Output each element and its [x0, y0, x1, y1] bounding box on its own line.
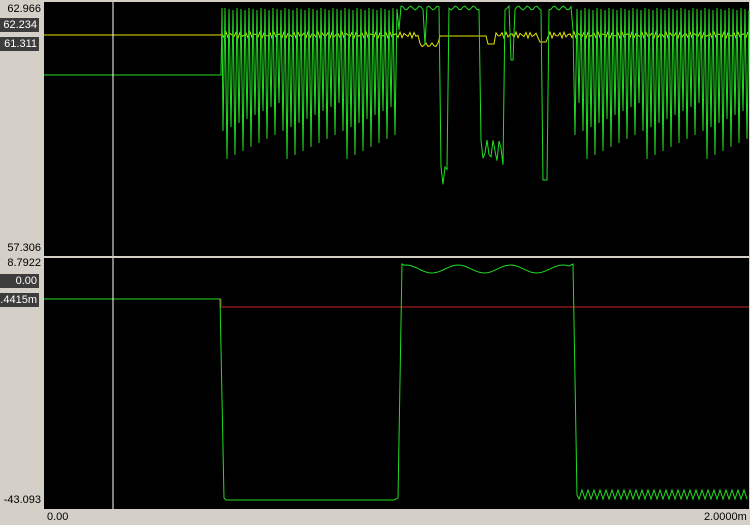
- top-y-min-label: 57.306: [7, 242, 41, 254]
- x-axis-start-label: 0.00: [47, 511, 69, 523]
- bottom-readout-2[interactable]: .4415m: [0, 293, 39, 307]
- top-readout-1[interactable]: 62.234: [0, 18, 39, 32]
- x-axis-end-label: 2.0000m: [704, 511, 747, 523]
- oscilloscope-window: 62.966 62.234 61.311 57.306 8.7922 0.00 …: [0, 0, 750, 525]
- bottom-y-min-label: -43.093: [3, 494, 41, 506]
- bottom-plot-background: [44, 258, 749, 509]
- bottom-y-max-label: 8.7922: [7, 257, 41, 269]
- plot-area[interactable]: [0, 0, 750, 525]
- top-y-max-label: 62.966: [7, 3, 41, 15]
- top-readout-2[interactable]: 61.311: [0, 37, 39, 51]
- bottom-readout-1[interactable]: 0.00: [0, 274, 39, 288]
